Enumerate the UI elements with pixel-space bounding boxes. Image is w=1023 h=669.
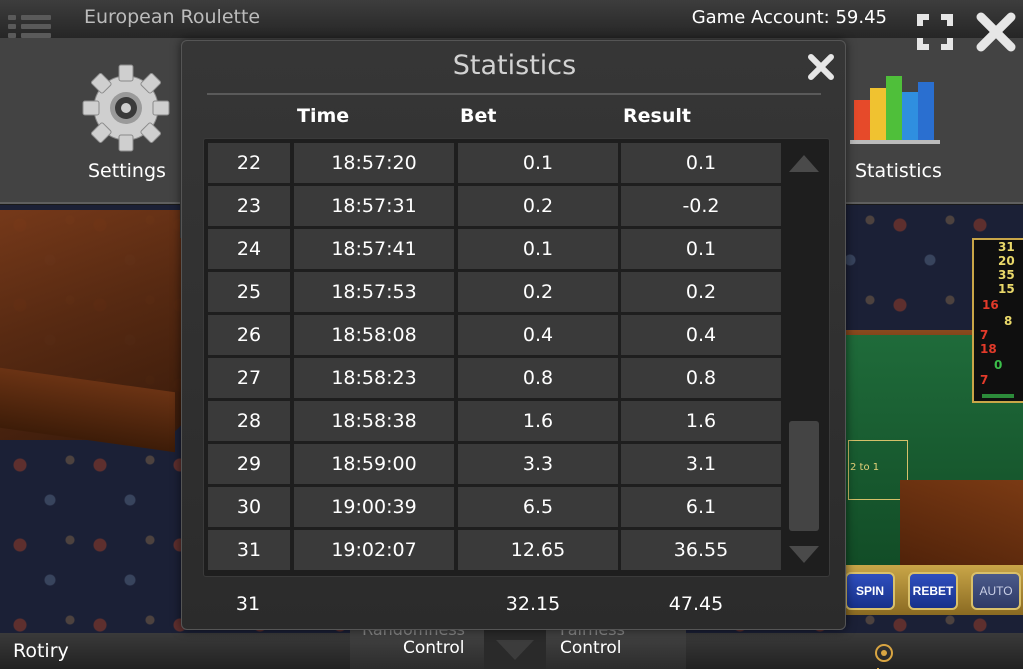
- randomness-tab-label: Control: [403, 638, 465, 658]
- row-bet-cell: 0.2: [458, 272, 618, 312]
- history-number: 16: [982, 298, 999, 312]
- number-history: 31 20 35 15 16 8 7 18 0 7: [972, 238, 1023, 403]
- column-header-bet: Bet: [460, 105, 497, 127]
- game-account-balance: Game Account: 59.45: [691, 7, 887, 28]
- totals-count: 31: [235, 593, 261, 615]
- row-number-cell: 31: [208, 530, 290, 570]
- history-number: 35: [998, 268, 1015, 282]
- scroll-down-icon[interactable]: [787, 544, 821, 566]
- top-bar: European Roulette Game Account: 59.45: [0, 0, 1023, 38]
- row-bet-cell: 1.6: [458, 401, 618, 441]
- row-result-cell: 0.2: [621, 272, 781, 312]
- auto-button[interactable]: AUTO: [971, 572, 1021, 610]
- history-number: 7: [980, 328, 989, 342]
- scrollbar-thumb[interactable]: [789, 421, 819, 531]
- row-number-cell: 28: [208, 401, 290, 441]
- row-time-cell: 18:58:08: [294, 315, 454, 355]
- settings-gear-icon[interactable]: [82, 64, 170, 152]
- row-result-cell: 1.6: [621, 401, 781, 441]
- dialog-title: Statistics: [452, 50, 577, 81]
- row-result-cell: 0.8: [621, 358, 781, 398]
- betvoyager-logo-icon: [875, 644, 893, 662]
- spin-button[interactable]: SPIN: [845, 572, 895, 610]
- history-number: 18: [980, 342, 997, 356]
- row-bet-cell: 0.1: [458, 229, 618, 269]
- row-bet-cell: 6.5: [458, 487, 618, 527]
- history-number: 8: [1004, 314, 1013, 328]
- row-result-cell: 0.4: [621, 315, 781, 355]
- history-arrow: [982, 394, 1014, 398]
- row-time-cell: 18:57:53: [294, 272, 454, 312]
- statistics-dialog: Statistics Time Bet Result 22 18:57:20 0.1…: [181, 40, 846, 630]
- row-time-cell: 18:57:20: [294, 143, 454, 183]
- history-number: 15: [998, 282, 1015, 296]
- row-result-cell: 0.1: [621, 143, 781, 183]
- row-number-cell: 22: [208, 143, 290, 183]
- row-bet-cell: 0.2: [458, 186, 618, 226]
- totals-bet: 32.15: [505, 593, 561, 615]
- row-number-cell: 26: [208, 315, 290, 355]
- row-result-cell: 3.1: [621, 444, 781, 484]
- statistics-chart-icon[interactable]: [850, 70, 942, 146]
- settings-menu-label[interactable]: Settings: [88, 160, 166, 182]
- row-number-cell: 30: [208, 487, 290, 527]
- dialog-divider: [207, 93, 821, 95]
- statistics-menu-label[interactable]: Statistics: [855, 160, 942, 182]
- row-time-cell: 18:58:23: [294, 358, 454, 398]
- hamburger-menu-icon[interactable]: [8, 13, 53, 51]
- row-result-cell: -0.2: [621, 186, 781, 226]
- row-number-cell: 25: [208, 272, 290, 312]
- player-name: Rotiry: [13, 640, 69, 662]
- column-header-time: Time: [297, 105, 350, 127]
- row-bet-cell: 0.1: [458, 143, 618, 183]
- row-time-cell: 18:57:41: [294, 229, 454, 269]
- row-bet-cell: 0.4: [458, 315, 618, 355]
- history-number: 31: [998, 240, 1015, 254]
- row-number-cell: 27: [208, 358, 290, 398]
- row-time-cell: 19:02:07: [294, 530, 454, 570]
- row-time-cell: 18:57:31: [294, 186, 454, 226]
- row-number-cell: 29: [208, 444, 290, 484]
- row-result-cell: 36.55: [621, 530, 781, 570]
- fairness-tab-label: Control: [560, 638, 622, 658]
- row-time-cell: 19:00:39: [294, 487, 454, 527]
- row-number-cell: 24: [208, 229, 290, 269]
- row-bet-cell: 0.8: [458, 358, 618, 398]
- row-result-cell: 0.1: [621, 229, 781, 269]
- history-number: 20: [998, 254, 1015, 268]
- row-bet-cell: 3.3: [458, 444, 618, 484]
- totals-row: 31 32.15 47.45: [203, 589, 830, 619]
- row-time-cell: 18:59:00: [294, 444, 454, 484]
- rebet-button[interactable]: REBET: [908, 572, 958, 610]
- fullscreen-icon[interactable]: [915, 12, 955, 52]
- history-number: 0: [994, 358, 1003, 372]
- totals-result: 47.45: [668, 593, 724, 615]
- column-header-result: Result: [623, 105, 691, 127]
- row-bet-cell: 12.65: [458, 530, 618, 570]
- history-number: 7: [980, 373, 989, 387]
- row-result-cell: 6.1: [621, 487, 781, 527]
- statistics-table[interactable]: 22 18:57:20 0.1 0.1 23 18:57:31 0.2 -0.2 24 18:57…: [203, 138, 830, 577]
- app-title: European Roulette: [84, 6, 261, 28]
- row-time-cell: 18:58:38: [294, 401, 454, 441]
- row-number-cell: 23: [208, 186, 290, 226]
- dialog-close-icon[interactable]: [806, 52, 836, 82]
- column-bet-label: 2 to 1: [850, 462, 880, 473]
- scroll-up-icon[interactable]: [787, 152, 821, 174]
- betvoyager-logo: betvoyager: [875, 641, 1023, 669]
- close-app-icon[interactable]: [974, 10, 1018, 54]
